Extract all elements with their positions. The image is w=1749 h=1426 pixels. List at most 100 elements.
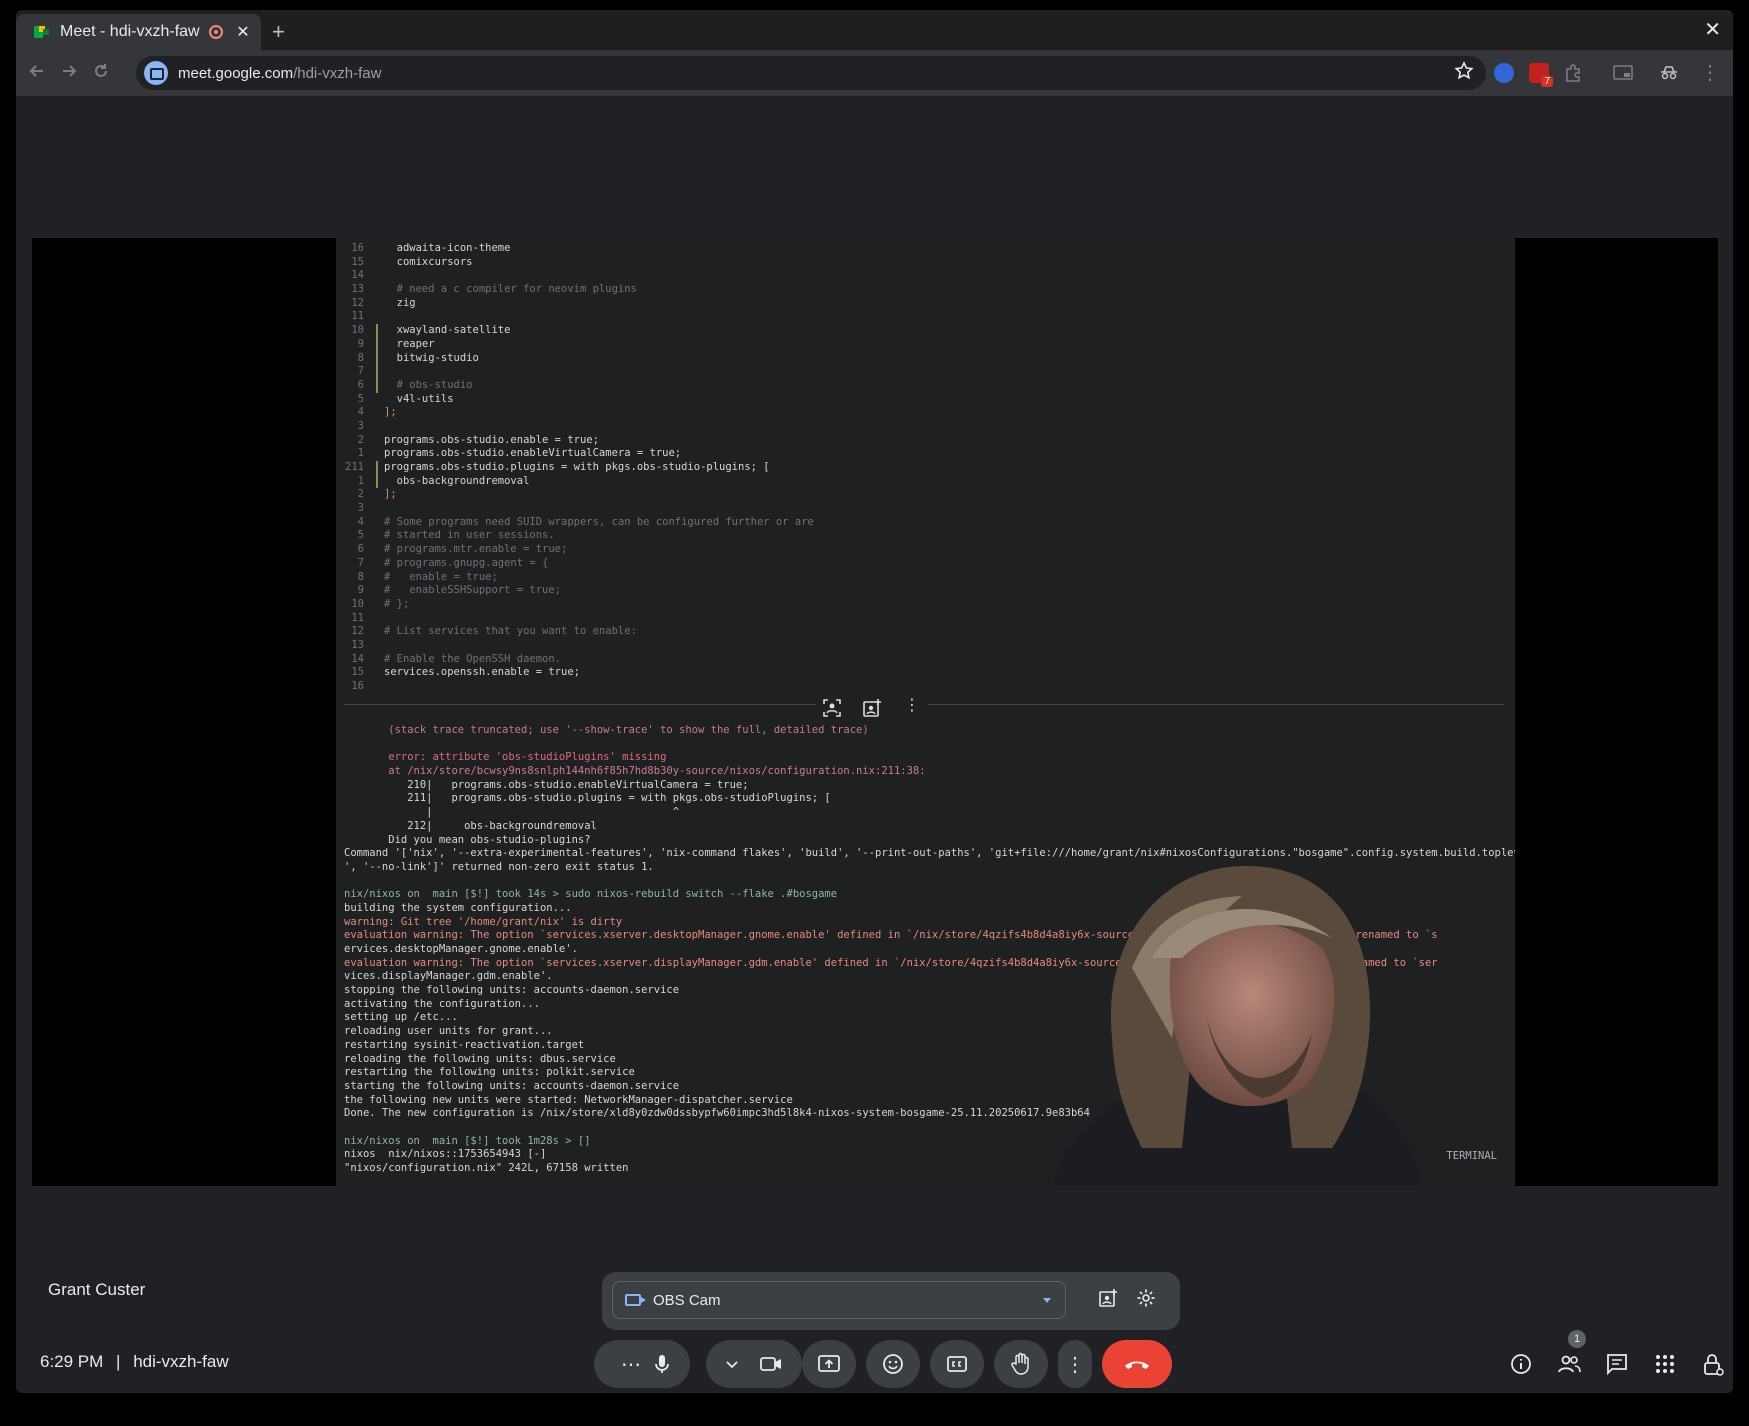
site-info-icon[interactable] [144,61,168,85]
editor-gutter [376,420,384,434]
new-tab-button[interactable]: + [272,19,285,45]
extension-calendar-icon[interactable]: 7 [1529,63,1553,87]
extensions-puzzle-icon[interactable] [1563,63,1583,83]
reload-icon[interactable] [92,62,110,80]
editor-line: 9 reaper [344,337,1504,352]
editor-line: 4]; [344,406,1504,420]
more-options-button[interactable]: ⋮ [1058,1340,1092,1388]
code-editor: 16 adwaita-icon-theme 15 comixcursors 14 13… [344,242,1504,702]
editor-line-number: 10 [351,324,364,337]
editor-line: 4 # Some programs need SUID wrappers, can… [344,516,1504,530]
editor-line-number: 5 [357,392,364,405]
editor-line-number: 8 [357,351,364,364]
frame-person-icon[interactable] [822,698,842,718]
forward-icon[interactable] [60,62,78,80]
editor-gutter [376,269,384,283]
leave-call-button[interactable] [1102,1340,1172,1388]
editor-line-text: adwaita-icon-theme [384,242,511,254]
window-close-button[interactable]: ✕ [1704,17,1721,42]
video-camera-icon[interactable] [759,1354,783,1374]
address-bar[interactable]: meet.google.com/hdi-vxzh-faw [136,56,1486,90]
apply-visual-effects-icon[interactable] [1098,1288,1118,1308]
camera-control-group [706,1340,802,1388]
chat-icon[interactable] [1604,1352,1630,1376]
activities-grid-icon[interactable] [1652,1352,1678,1376]
editor-line-text: # need a c compiler for neovim plugins [384,283,637,296]
editor-line-text [384,269,1504,283]
tab-meet[interactable]: Meet - hdi-vxzh-faw ✕ [16,14,261,50]
tab-close-icon[interactable]: ✕ [235,22,251,42]
editor-line-number: 12 [351,296,364,309]
raise-hand-button[interactable] [994,1340,1048,1388]
editor-line: 7 # programs.gnupg.agent = { [344,557,1504,571]
editor-line: 3 [344,502,1504,516]
back-icon[interactable] [28,62,46,80]
screen-share-tile: 16 adwaita-icon-theme 15 comixcursors 14 13… [32,238,1718,1186]
meeting-details-info-icon[interactable] [1508,1352,1534,1376]
editor-gutter [376,324,384,338]
editor-line-number: 13 [351,638,364,651]
editor-line-number: 11 [351,310,364,323]
profile-incognito-icon[interactable] [1658,63,1680,83]
editor-gutter [376,406,384,420]
editor-line-text [384,680,1504,694]
editor-line: 10 # }; [344,598,1504,612]
editor-line: 14 # Enable the OpenSSH daemon. [344,653,1504,667]
captions-button[interactable] [930,1340,984,1388]
present-screen-button[interactable] [802,1340,856,1388]
participant-video-icon [1052,865,1422,1186]
editor-line-text: # Enable the OpenSSH daemon. [384,652,562,665]
editor-line-text [384,310,1504,324]
editor-line-text: # }; [384,597,410,610]
editor-line: 1 programs.obs-studio.enableVirtualCamera… [344,447,1504,461]
people-icon[interactable] [1556,1352,1582,1376]
editor-line: 7 [344,365,1504,379]
editor-line: 16 [344,680,1504,694]
browser-toolbar: meet.google.com/hdi-vxzh-faw 7 ⋮ [16,50,1733,96]
chevron-down-icon[interactable] [725,1357,739,1371]
url-host: meet.google.com [178,64,294,82]
terminal-line: Did you mean obs-studio-plugins? [344,833,591,846]
editor-line-text [384,639,1504,653]
cast-icon[interactable] [1612,63,1634,83]
extension-bitwarden-icon[interactable] [1494,63,1514,83]
reactions-button[interactable] [866,1340,920,1388]
bookmark-star-icon[interactable] [1454,61,1474,81]
editor-line: 8 # enable = true; [344,571,1504,585]
editor-line: 2 programs.obs-studio.enable = true; [344,434,1504,448]
editor-line-text: # programs.gnupg.agent = { [384,556,549,569]
editor-line-text: # obs-studio [384,378,473,391]
editor-gutter [376,571,384,585]
terminal-line: | ^ [344,806,680,819]
tab-title: Meet - hdi-vxzh-faw [60,23,200,40]
camera-select[interactable]: OBS Cam [612,1281,1066,1319]
editor-line-number: 4 [357,515,364,528]
settings-gear-icon[interactable] [1136,1288,1156,1308]
editor-line-number: 2 [357,433,364,446]
pin-self-icon[interactable] [862,698,882,718]
terminal-line: error: attribute 'obs-studioPlugins' mis… [344,751,667,764]
editor-line-number: 11 [351,611,364,624]
microphone-icon[interactable] [651,1353,673,1375]
editor-line-number: 6 [357,543,364,556]
emoji-icon [883,1354,903,1374]
editor-line-number: 13 [351,283,364,296]
host-controls-lock-icon[interactable] [1700,1352,1726,1378]
recording-icon [209,25,223,39]
editor-gutter [376,283,384,297]
editor-line: 11 [344,310,1504,324]
editor-gutter [376,461,384,475]
browser-menu-icon[interactable]: ⋮ [1700,60,1720,85]
editor-line-text: obs-backgroundremoval [384,474,530,487]
editor-line-text: bitwig-studio [384,351,479,364]
editor-gutter [376,242,384,256]
audio-options-button[interactable]: ⋯ [611,1352,651,1377]
editor-gutter [376,639,384,653]
editor-line-text: # Some programs need SUID wrappers, can … [384,515,814,528]
editor-gutter [376,612,384,626]
editor-line-number: 14 [351,269,364,282]
tile-more-icon[interactable]: ⋮ [902,697,922,718]
editor-line-text: # programs.mtr.enable = true; [384,543,568,556]
chevron-down-icon [1043,1298,1051,1303]
editor-line: 2]; [344,488,1504,502]
